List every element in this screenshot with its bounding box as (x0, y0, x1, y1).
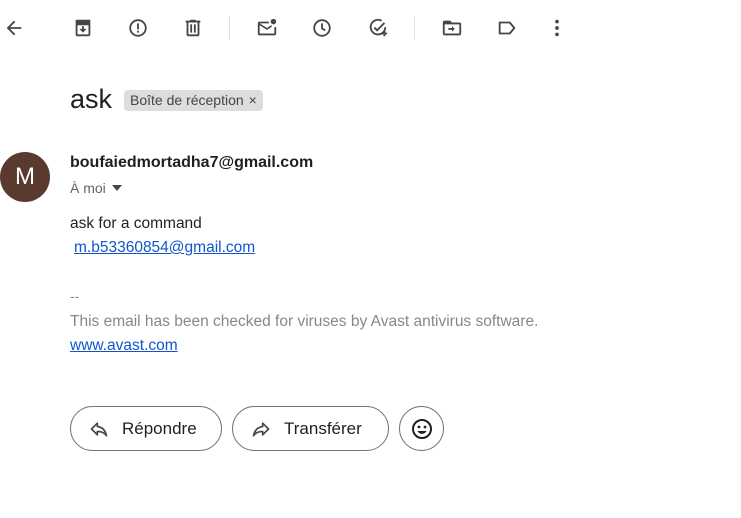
recipient-label: À moi (70, 180, 106, 196)
remove-label-button[interactable]: × (249, 92, 257, 108)
delete-icon (185, 19, 201, 37)
snooze-icon (313, 19, 331, 37)
report-spam-button[interactable] (124, 14, 152, 42)
snooze-button[interactable] (308, 14, 336, 42)
signature-separator: -- (70, 288, 80, 304)
email-subject: ask (70, 84, 113, 114)
more-vert-icon (555, 19, 559, 37)
email-toolbar (0, 0, 741, 56)
reply-icon (90, 421, 108, 436)
toolbar-divider (414, 16, 415, 40)
mark-unread-button[interactable] (253, 14, 281, 42)
reply-button[interactable]: Répondre (70, 406, 222, 451)
archive-icon (75, 19, 91, 37)
add-to-tasks-button[interactable] (364, 14, 392, 42)
reply-label: Répondre (122, 418, 197, 438)
label-chip-text: Boîte de réception (130, 92, 244, 108)
back-arrow-icon (6, 20, 22, 36)
add-to-tasks-icon (369, 18, 388, 37)
toolbar-divider (229, 16, 230, 40)
report-spam-icon (129, 19, 147, 37)
inbox-label-chip[interactable]: Boîte de réception × (124, 90, 263, 111)
forward-button[interactable]: Transférer (232, 406, 389, 451)
mark-unread-icon (257, 18, 277, 36)
label-icon (498, 21, 516, 35)
forward-label: Transférer (284, 418, 362, 438)
forward-icon (252, 421, 270, 436)
delete-button[interactable] (179, 14, 207, 42)
subject-row: ask Boîte de réception × (70, 84, 263, 115)
avatar[interactable]: M (0, 152, 50, 202)
move-to-button[interactable] (438, 14, 466, 42)
sender-email: boufaiedmortadha7@gmail.com (70, 154, 314, 171)
label-button[interactable] (493, 14, 521, 42)
email-body-link[interactable]: m.b53360854@gmail.com (74, 239, 255, 257)
caret-down-icon (111, 185, 122, 191)
signature-link[interactable]: www.avast.com (70, 337, 178, 355)
more-options-button[interactable] (543, 14, 571, 42)
smiley-icon (411, 418, 432, 439)
signature-text: This email has been checked for viruses … (70, 313, 539, 330)
emoji-reaction-button[interactable] (399, 406, 444, 451)
move-to-icon (442, 20, 462, 36)
recipient-details-toggle[interactable]: À moi (70, 180, 122, 196)
email-body-text: ask for a command (70, 215, 202, 232)
archive-button[interactable] (69, 14, 97, 42)
back-button[interactable] (0, 14, 28, 42)
